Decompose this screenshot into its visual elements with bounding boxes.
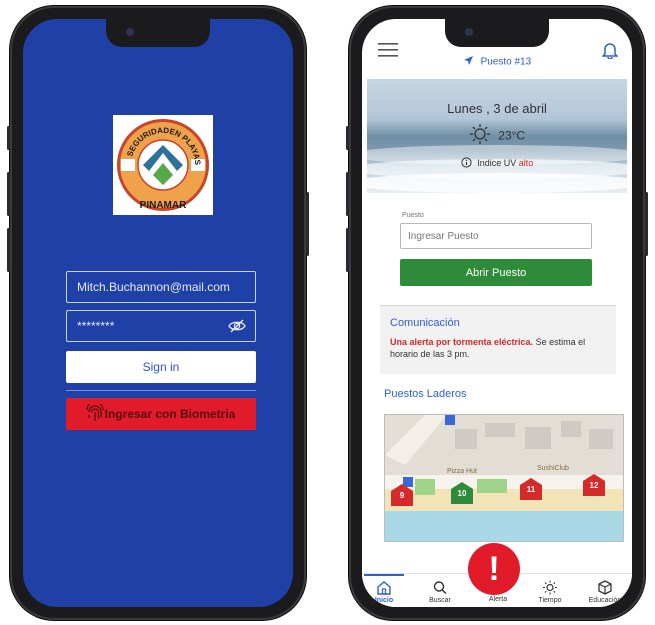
nav-tiempo[interactable]: Tiempo (530, 580, 570, 604)
uv-value: alto (518, 157, 534, 168)
marker-number: 11 (526, 485, 536, 494)
nav-inicio[interactable]: Inicio (364, 580, 404, 604)
nav-label: Inicio (374, 597, 394, 604)
volume-down-button (7, 228, 10, 272)
notch (445, 19, 549, 47)
eye-off-icon[interactable] (228, 318, 246, 337)
alert-icon: ! (488, 549, 500, 588)
app-screen: Puesto #13 Lunes , 3 de abril 23°C Indic… (362, 19, 632, 607)
sun-icon (543, 580, 557, 595)
header-title: Puesto #13 (480, 56, 532, 68)
logo: SEGURIDAD EN PLAYAS PINAMAR (113, 115, 213, 215)
puesto-marker-10[interactable]: 10 (450, 481, 474, 510)
nav-buscar[interactable]: Buscar (420, 580, 460, 604)
map-label: Pizza Hut (447, 468, 477, 475)
temperature: 23°C (498, 128, 526, 143)
biometric-label: Ingresar con Biometria (104, 407, 236, 421)
login-screen: SEGURIDAD EN PLAYAS PINAMAR Mitch.Buchan… (23, 19, 293, 607)
puesto-marker-11[interactable]: 11 (519, 477, 543, 506)
nearby-map[interactable]: Pizza Hut SushiClub 9 10 11 12 (384, 414, 624, 542)
logo-bottom-text: PINAMAR (140, 200, 187, 211)
power-button (306, 192, 309, 256)
password-value: ******** (77, 319, 115, 333)
puesto-marker-9[interactable]: 9 (390, 483, 414, 512)
navigation-icon (463, 55, 474, 69)
nav-label: Tiempo (538, 597, 562, 604)
marker-number: 10 (457, 489, 467, 498)
communication-card: Comunicación Una alerta por tormenta elé… (380, 305, 616, 374)
divider (66, 390, 256, 391)
volume-down-button (346, 228, 349, 272)
biometric-login-button[interactable]: Ingresar con Biometria (66, 398, 256, 430)
wave (367, 173, 627, 193)
email-value: Mitch.Buchannon@mail.com (77, 280, 230, 294)
side-button (7, 126, 10, 150)
info-icon (461, 157, 472, 170)
puesto-placeholder: Ingresar Puesto (408, 230, 479, 242)
phone-login: SEGURIDAD EN PLAYAS PINAMAR Mitch.Buchan… (7, 6, 309, 620)
open-puesto-button[interactable]: Abrir Puesto (400, 259, 592, 286)
fingerprint-icon (86, 401, 104, 427)
weather-date: Lunes , 3 de abril (447, 101, 547, 116)
puesto-marker-12[interactable]: 12 (582, 473, 606, 502)
cube-icon (598, 580, 612, 595)
sign-in-button[interactable]: Sign in (66, 351, 256, 383)
temperature-row: 23°C (367, 123, 627, 148)
puesto-field-label: Puesto (402, 212, 424, 219)
alert-text: Una alerta por tormenta eléctrica. (390, 337, 534, 347)
phone-app: Puesto #13 Lunes , 3 de abril 23°C Indic… (346, 6, 648, 620)
side-button (346, 126, 349, 150)
marker-number: 9 (399, 491, 405, 500)
communication-message: Una alerta por tormenta eléctrica. Se es… (390, 336, 612, 360)
nav-educacion[interactable]: Educación (582, 580, 628, 604)
home-icon (377, 581, 391, 595)
power-button (645, 192, 648, 256)
password-field[interactable]: ******** (66, 310, 256, 342)
bell-icon[interactable] (601, 41, 619, 64)
marker-number: 12 (589, 481, 599, 490)
uv-label: Indice UV (477, 157, 517, 168)
email-field[interactable]: Mitch.Buchannon@mail.com (66, 271, 256, 303)
puesto-input[interactable]: Ingresar Puesto (400, 223, 592, 249)
nav-label: Alerta (488, 596, 508, 603)
camera (126, 28, 134, 36)
nav-label: Buscar (429, 597, 451, 604)
sun-icon (469, 123, 491, 148)
camera (465, 28, 473, 36)
alert-fab[interactable]: ! (468, 543, 520, 595)
notch (106, 19, 210, 47)
nav-label: Educación (588, 597, 622, 604)
uv-row: Indice UV alto (367, 157, 627, 170)
volume-up-button (346, 172, 349, 216)
header-location[interactable]: Puesto #13 (362, 55, 632, 69)
nav-alerta[interactable]: Alerta (478, 596, 518, 603)
active-indicator (364, 574, 404, 576)
weather-banner: Lunes , 3 de abril 23°C Indice UV alto (367, 79, 627, 193)
search-icon (433, 581, 447, 595)
communication-title: Comunicación (390, 317, 460, 329)
map-label: SushiClub (537, 465, 569, 472)
volume-up-button (7, 172, 10, 216)
nearby-title: Puestos Laderos (384, 388, 467, 400)
